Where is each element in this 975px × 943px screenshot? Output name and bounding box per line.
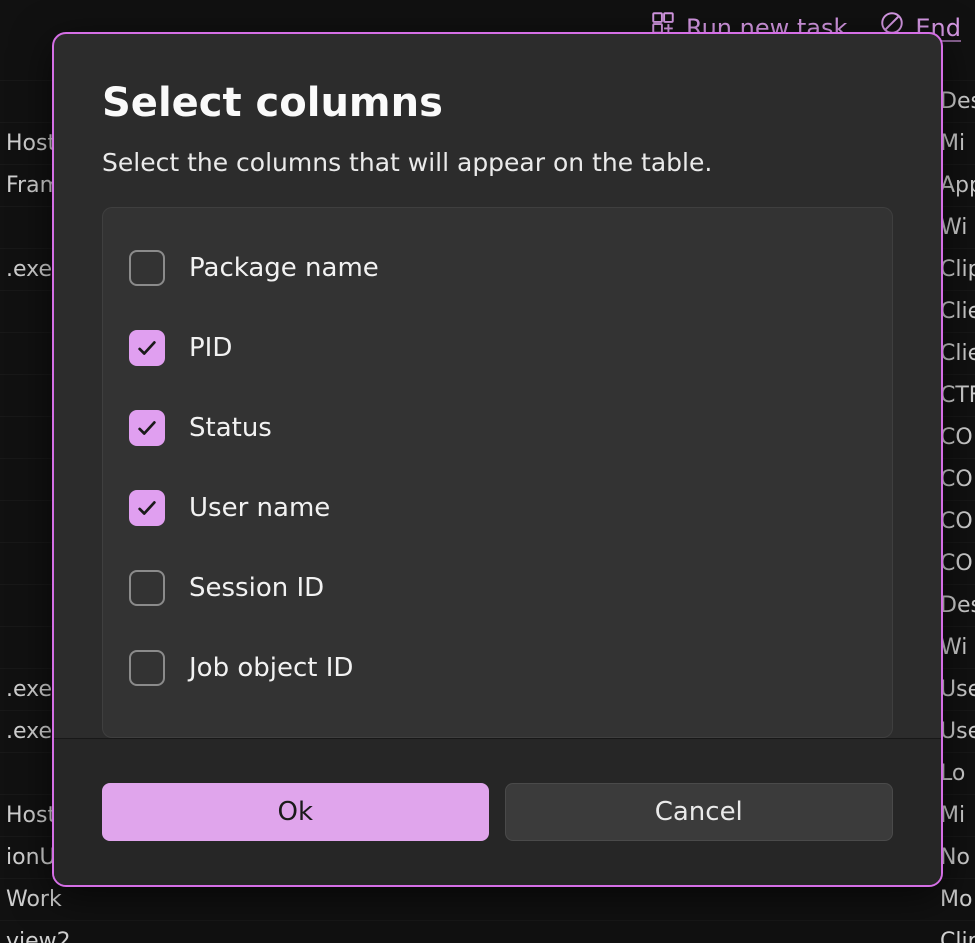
checkbox[interactable] xyxy=(129,650,165,686)
checkbox[interactable] xyxy=(129,570,165,606)
cancel-button[interactable]: Cancel xyxy=(505,783,894,841)
column-option-label: Session ID xyxy=(189,573,324,603)
table-row[interactable]: view2 Clip xyxy=(0,920,975,943)
checkbox[interactable] xyxy=(129,410,165,446)
column-option[interactable]: Package name xyxy=(103,228,892,308)
column-option[interactable]: Job object ID xyxy=(103,628,892,708)
dialog-footer: Ok Cancel xyxy=(54,738,941,885)
column-option-label: Package name xyxy=(189,253,379,283)
dialog-subtitle: Select the columns that will appear on t… xyxy=(102,148,893,177)
column-option[interactable]: Session ID xyxy=(103,548,892,628)
column-option-label: PID xyxy=(189,333,232,363)
column-option-label: Job object ID xyxy=(189,653,353,683)
user-cell xyxy=(414,923,584,943)
status-cell xyxy=(220,923,414,943)
session-cell xyxy=(584,923,646,943)
description-cell: Clip xyxy=(934,923,975,943)
column-option-label: Status xyxy=(189,413,272,443)
checkbox[interactable] xyxy=(129,330,165,366)
process-name-cell: view2 xyxy=(0,923,126,943)
dialog-body: Select columns Select the columns that w… xyxy=(54,34,941,738)
dialog-title: Select columns xyxy=(102,80,893,126)
select-columns-dialog: Select columns Select the columns that w… xyxy=(52,32,943,887)
column-option[interactable]: PID xyxy=(103,308,892,388)
column-option[interactable]: Status xyxy=(103,388,892,468)
description-cell: Mo xyxy=(934,881,975,918)
column-option[interactable]: User name xyxy=(103,468,892,548)
checkbox[interactable] xyxy=(129,250,165,286)
column-option-label: User name xyxy=(189,493,330,523)
checkbox[interactable] xyxy=(129,490,165,526)
columns-options-panel: Package name PID Status User name Session ID… xyxy=(102,207,893,738)
pid-cell xyxy=(126,923,220,943)
memory-cell xyxy=(646,923,810,943)
arch-cell xyxy=(810,923,934,943)
ok-button[interactable]: Ok xyxy=(102,783,489,841)
